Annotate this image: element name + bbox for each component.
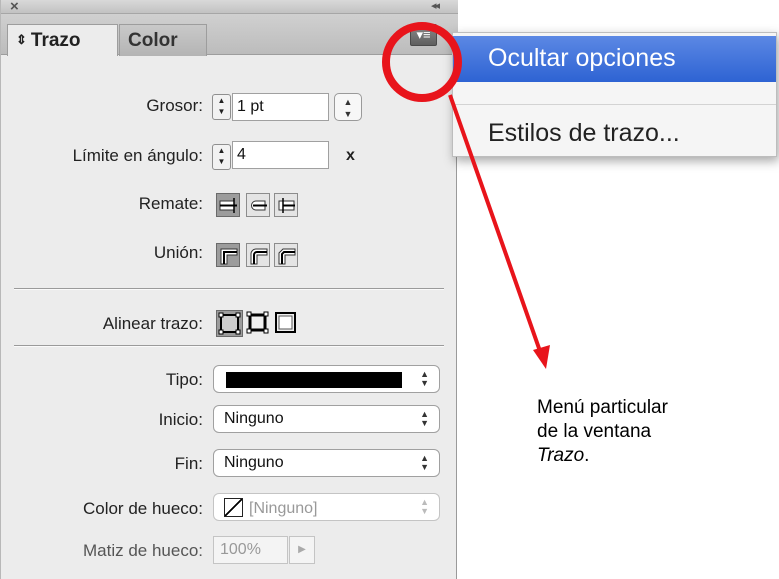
menu-item-hide-options[interactable]: Ocultar opciones	[453, 36, 776, 82]
end-dropdown[interactable]: Ninguno ▲ ▼	[213, 449, 440, 477]
section-divider	[14, 345, 444, 347]
weight-stepper[interactable]: ▲ ▼	[212, 94, 231, 120]
gap-tint-arrow-icon[interactable]: ▶	[289, 536, 315, 564]
gap-tint-input[interactable]: 100%	[213, 536, 288, 564]
panel-titlebar: × ◂◂	[1, 0, 458, 15]
dropdown-arrows-icon: ▲ ▼	[420, 497, 429, 516]
join-label: Unión:	[153, 243, 203, 262]
weight-input[interactable]: 1 pt	[232, 93, 329, 121]
dropdown-arrows-icon: ▲ ▼	[420, 369, 429, 388]
annotation-arrow-head	[533, 345, 550, 369]
caption-italic-word: Trazo	[537, 445, 585, 466]
caption-line-1: Menú particular	[537, 397, 668, 418]
weight-label: Grosor:	[146, 96, 203, 115]
align-stroke-label: Alinear trazo:	[102, 314, 203, 333]
none-swatch-icon	[224, 498, 243, 517]
miter-limit-input[interactable]: 4	[232, 141, 329, 169]
solid-line-swatch	[226, 372, 402, 388]
tab-color-label: Color	[128, 30, 178, 51]
tab-expand-icon: ⇕	[16, 32, 27, 47]
cap-label: Remate:	[138, 194, 203, 213]
gap-tint-label: Matiz de hueco:	[82, 541, 203, 560]
annotation-caption: Menú particular de la ventana Trazo.	[537, 396, 757, 468]
stroke-panel: × ◂◂ ⇕ Trazo Color ▾≡ Grosor: ▲ ▼ 1 pt ▲ ▼ …	[0, 0, 458, 579]
tab-color[interactable]: Color	[119, 24, 207, 56]
align-outside-icon[interactable]	[273, 310, 300, 337]
caption-line-2: de la ventana	[537, 421, 652, 442]
dropdown-arrows-icon: ▲ ▼	[420, 453, 429, 472]
align-inside-icon[interactable]	[245, 310, 272, 337]
miter-unit: x	[346, 147, 355, 164]
gap-color-dropdown[interactable]: [Ninguno] ▲ ▼	[213, 493, 440, 521]
round-cap-icon[interactable]	[246, 193, 270, 217]
start-dropdown[interactable]: Ninguno ▲ ▼	[213, 405, 440, 433]
menu-item-stroke-styles[interactable]: Estilos de trazo...	[453, 111, 776, 157]
end-label: Fin:	[174, 454, 203, 473]
tab-trazo[interactable]: ⇕ Trazo	[7, 24, 118, 56]
align-center-icon[interactable]	[216, 310, 243, 337]
type-dropdown[interactable]: ▲ ▼	[213, 365, 440, 393]
weight-dropdown-button[interactable]: ▲ ▼	[334, 93, 362, 121]
miter-join-icon[interactable]	[216, 243, 240, 267]
start-label: Inicio:	[158, 410, 203, 429]
menu-separator	[453, 104, 776, 105]
tab-trazo-label: Trazo	[30, 30, 81, 51]
end-value: Ninguno	[224, 454, 284, 471]
panel-popup-menu: Ocultar opciones Estilos de trazo...	[452, 32, 777, 157]
projecting-cap-icon[interactable]	[274, 193, 298, 217]
butt-cap-icon[interactable]	[216, 193, 240, 217]
tab-strip: ⇕ Trazo Color	[1, 14, 458, 56]
caption-period: .	[584, 445, 590, 466]
dropdown-arrows-icon: ▲ ▼	[420, 409, 429, 428]
miter-limit-label: Límite en ángulo:	[72, 146, 203, 165]
collapse-icon[interactable]: ◂◂	[431, 0, 440, 12]
gap-color-label: Color de hueco:	[82, 499, 203, 518]
panel-menu-button[interactable]: ▾≡	[410, 24, 437, 46]
bevel-join-icon[interactable]	[274, 243, 298, 267]
close-icon[interactable]: ×	[10, 0, 19, 15]
gap-color-value: [Ninguno]	[249, 500, 318, 517]
section-divider	[14, 288, 444, 290]
round-join-icon[interactable]	[246, 243, 270, 267]
type-label: Tipo:	[165, 370, 203, 389]
miter-limit-stepper[interactable]: ▲ ▼	[212, 144, 231, 170]
start-value: Ninguno	[224, 410, 284, 427]
